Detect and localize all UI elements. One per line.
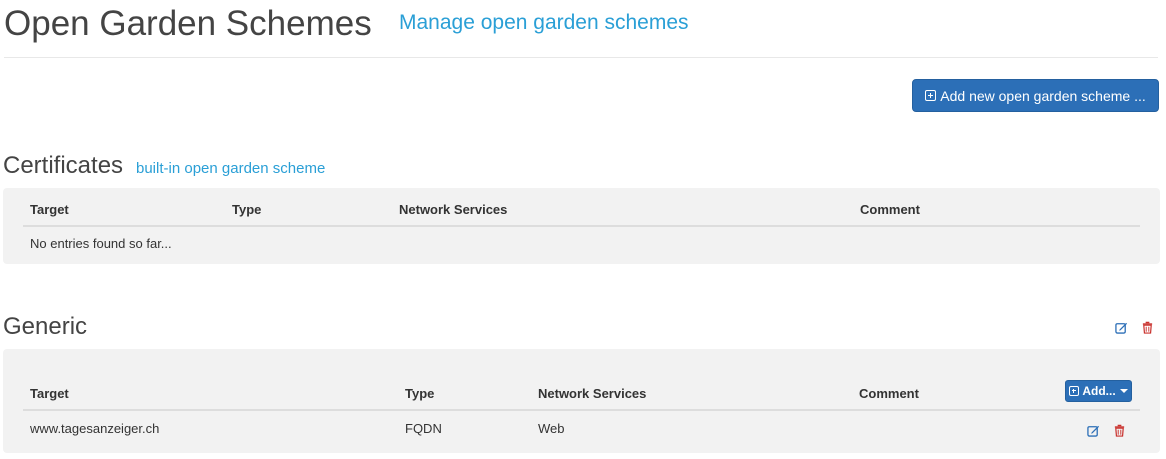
trash-icon[interactable] [1113, 424, 1126, 437]
table-header-divider [23, 225, 1140, 227]
generic-panel: Target Type Network Services Comment www… [3, 349, 1160, 453]
row-type: FQDN [405, 421, 442, 436]
page-title: Open Garden Schemes [4, 4, 372, 43]
plus-square-icon [925, 90, 937, 101]
plus-square-icon [1069, 386, 1080, 396]
column-header-type: Type [405, 386, 435, 401]
certificates-title: Certificates [3, 152, 124, 179]
trash-icon[interactable] [1141, 321, 1154, 334]
row-target: www.tagesanzeiger.ch [30, 421, 160, 436]
add-entry-dropdown-button[interactable]: Add... [1065, 380, 1132, 402]
pencil-square-icon[interactable] [1087, 424, 1100, 437]
caret-down-icon [1119, 389, 1128, 393]
table-header-divider [23, 409, 1140, 411]
column-header-comment: Comment [859, 386, 919, 401]
column-header-target: Target [30, 386, 69, 401]
add-new-scheme-label: Add new open garden scheme ... [940, 87, 1146, 104]
add-entry-label: Add... [1082, 384, 1116, 398]
row-network-services: Web [538, 421, 565, 436]
pencil-square-icon[interactable] [1115, 321, 1128, 334]
column-header-network-services: Network Services [538, 386, 647, 401]
add-new-scheme-button[interactable]: Add new open garden scheme ... [912, 79, 1159, 112]
column-header-network-services: Network Services [399, 202, 508, 217]
certificates-subtitle: built-in open garden scheme [136, 160, 326, 177]
generic-title: Generic [3, 313, 88, 340]
page-subtitle: Manage open garden schemes [399, 11, 689, 34]
column-header-type: Type [232, 202, 262, 217]
page-header: Open Garden Schemes Manage open garden s… [4, 0, 1158, 58]
column-header-target: Target [30, 202, 69, 217]
certificates-panel: Target Type Network Services Comment No … [3, 188, 1160, 264]
column-header-comment: Comment [860, 202, 920, 217]
empty-table-message: No entries found so far... [30, 236, 172, 251]
